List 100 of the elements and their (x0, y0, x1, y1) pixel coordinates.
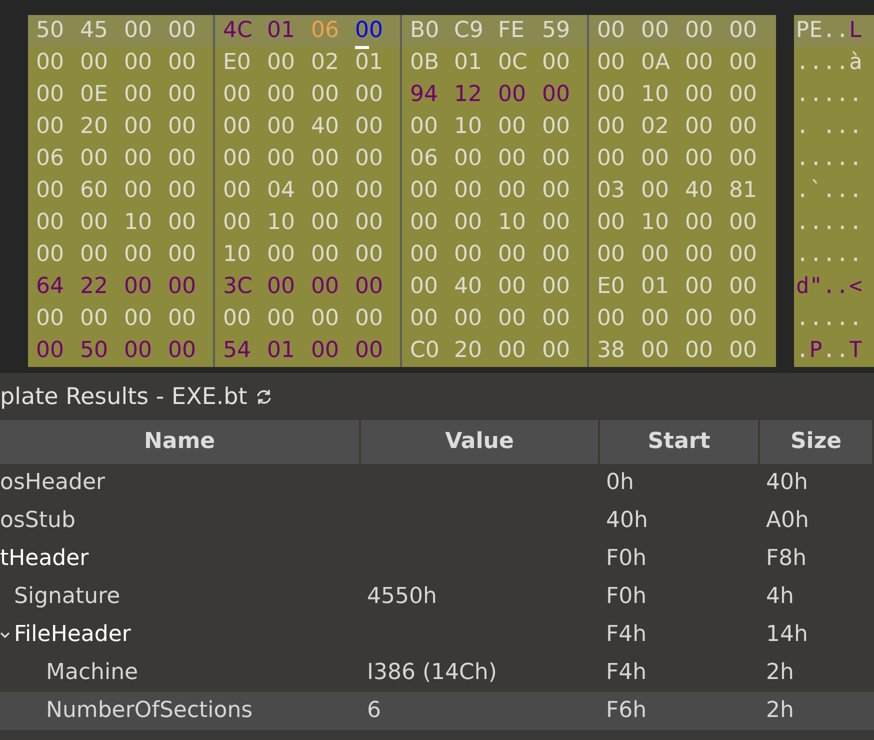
hex-byte: 00 (597, 145, 626, 173)
hex-byte: 00 (36, 81, 65, 109)
hex-byte: 00 (729, 81, 758, 109)
hex-byte: 10 (124, 209, 153, 237)
hex-byte: 00 (597, 17, 626, 45)
hex-byte: 38 (597, 337, 626, 365)
hex-byte: 00 (542, 81, 571, 109)
chevron-icon[interactable] (0, 630, 10, 640)
column-header[interactable]: Start (600, 420, 760, 464)
tree-row[interactable]: tHeader (0, 540, 361, 578)
hex-byte: 00 (311, 305, 340, 333)
hex-byte: 06 (410, 145, 439, 173)
hex-byte: 00 (685, 145, 714, 173)
hex-byte: 00 (355, 177, 384, 205)
column-header[interactable]: Name (0, 420, 361, 464)
hex-byte: 10 (641, 81, 670, 109)
hex-byte: 00 (542, 177, 571, 205)
column-header[interactable]: Size (760, 420, 874, 464)
hex-byte: 00 (729, 273, 758, 301)
ascii-text: ..... (795, 209, 862, 237)
hex-byte: 00 (168, 273, 197, 301)
hex-byte: 01 (641, 273, 670, 301)
hex-byte: 00 (641, 305, 670, 333)
hex-byte: 00 (410, 113, 439, 141)
tree-row[interactable]: Signature (0, 578, 361, 616)
field-size: 40h (766, 470, 808, 495)
hex-byte: 00 (498, 241, 527, 269)
hex-byte: 00 (311, 209, 340, 237)
tree-row[interactable]: FileHeader (0, 616, 361, 654)
hex-byte: 00 (685, 81, 714, 109)
hex-byte: 00 (542, 145, 571, 173)
hex-byte: 00 (641, 337, 670, 365)
field-name: tHeader (0, 545, 89, 573)
hex-byte: 00 (597, 49, 626, 77)
hex-byte: C0 (410, 337, 440, 365)
hex-byte: 00 (223, 81, 252, 109)
refresh-icon[interactable] (255, 388, 274, 406)
tree-row[interactable]: NumberOfSections (0, 692, 361, 730)
field-name: osStub (0, 507, 76, 535)
field-size: A0h (766, 508, 809, 533)
hex-byte: 00 (542, 337, 571, 365)
hex-byte: 00 (597, 241, 626, 269)
hex-byte: 00 (168, 337, 197, 365)
hex-byte: 00 (36, 305, 65, 333)
hex-byte: 00 (355, 273, 384, 301)
field-size: 14h (766, 622, 808, 647)
hex-byte: 59 (542, 17, 571, 45)
hex-byte: 00 (355, 209, 384, 237)
hex-byte: 50 (80, 337, 109, 365)
hex-byte: 00 (729, 17, 758, 45)
hex-byte: 00 (729, 337, 758, 365)
hex-byte: 00 (729, 145, 758, 173)
column-header[interactable]: Value (361, 420, 600, 464)
hex-byte: 00 (124, 273, 153, 301)
hex-byte: B0 (410, 17, 440, 45)
hex-byte: 00 (311, 81, 340, 109)
hex-byte: 00 (685, 49, 714, 77)
hex-byte: 00 (641, 241, 670, 269)
hex-byte: 81 (729, 177, 758, 205)
hex-byte: 00 (168, 305, 197, 333)
hex-byte: 00 (311, 241, 340, 269)
hex-byte: 06 (36, 145, 65, 173)
hex-byte: 00 (498, 81, 527, 109)
hex-byte: 00 (168, 241, 197, 269)
hex-byte: 0C (498, 49, 528, 77)
hex-byte: 64 (36, 273, 65, 301)
hex-byte: 03 (597, 177, 626, 205)
hex-byte: 00 (355, 241, 384, 269)
tree-row[interactable]: osStub (0, 502, 361, 540)
panel-title: plate Results - EXE.bt (0, 384, 248, 410)
hex-byte: 00 (80, 209, 109, 237)
field-size: 2h (766, 660, 794, 685)
hex-byte: 00 (597, 113, 626, 141)
hex-byte: 00 (685, 17, 714, 45)
hex-byte: 94 (410, 81, 439, 109)
hex-byte: 00 (36, 209, 65, 237)
hex-byte: 00 (454, 209, 483, 237)
hex-byte: 00 (168, 49, 197, 77)
field-start: F0h (606, 546, 647, 571)
ascii-text: ..... (795, 81, 862, 109)
hex-byte: 00 (542, 241, 571, 269)
hex-byte: 00 (410, 241, 439, 269)
hex-byte: 04 (267, 177, 296, 205)
hex-byte: 00 (124, 337, 153, 365)
hex-byte: 00 (685, 113, 714, 141)
hex-byte: 00 (124, 305, 153, 333)
field-size: F8h (766, 546, 807, 571)
hex-byte: 00 (124, 113, 153, 141)
ascii-text: ....à (795, 49, 862, 77)
tree-row[interactable]: Machine (0, 654, 361, 692)
hex-byte: 3C (223, 273, 254, 301)
hex-byte: 00 (36, 49, 65, 77)
hex-byte: 40 (311, 113, 340, 141)
hex-byte: 00 (498, 305, 527, 333)
hex-byte: 01 (454, 49, 483, 77)
hex-byte: 00 (685, 273, 714, 301)
hex-byte: 00 (223, 177, 252, 205)
hex-byte: 0E (80, 81, 109, 109)
tree-row[interactable]: osHeader (0, 464, 361, 502)
hex-byte: 60 (80, 177, 109, 205)
